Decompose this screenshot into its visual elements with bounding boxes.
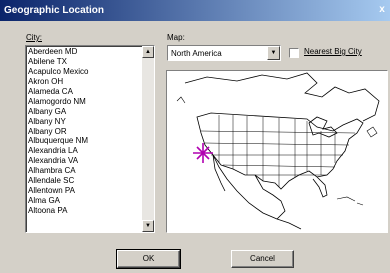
list-item[interactable]: Akron OH	[27, 77, 143, 87]
title-bar[interactable]: Geographic Location	[0, 0, 390, 21]
cancel-button[interactable]: Cancel	[231, 250, 294, 268]
arrow-up-icon: ▲	[145, 49, 151, 55]
location-marker-icon	[193, 143, 213, 163]
mexico-outline	[212, 154, 286, 220]
list-item[interactable]: Albany NY	[27, 117, 143, 127]
scroll-down-button[interactable]: ▼	[142, 220, 154, 232]
map-select-value: North America	[171, 49, 222, 58]
florida	[312, 176, 328, 198]
islands	[176, 96, 378, 206]
state-lines	[200, 115, 356, 187]
map-label: Map:	[167, 33, 185, 42]
nearest-big-city-checkbox[interactable]	[289, 48, 299, 58]
usa-outline	[196, 112, 364, 190]
list-item[interactable]: Allentown PA	[27, 186, 143, 196]
list-item[interactable]: Alamogordo NM	[27, 97, 143, 107]
list-item[interactable]: Alameda CA	[27, 87, 143, 97]
city-list-items: Aberdeen MD Abilene TX Acapulco Mexico Akro…	[27, 47, 143, 216]
close-button[interactable]: x	[376, 3, 388, 17]
canada-outline	[184, 72, 380, 122]
list-item[interactable]: Allendale SC	[27, 176, 143, 186]
arrow-down-icon: ▼	[145, 223, 151, 229]
list-item[interactable]: Abilene TX	[27, 57, 143, 67]
list-item[interactable]: Albuquerque NM	[27, 136, 143, 146]
chevron-down-icon: ▼	[270, 50, 277, 56]
map-select[interactable]: North America ▼	[167, 45, 281, 61]
map-view[interactable]	[166, 70, 388, 233]
geographic-location-dialog: Geographic Location x City: Aberdeen MD A…	[0, 0, 390, 273]
great-lakes	[308, 116, 338, 138]
list-item[interactable]: Altoona PA	[27, 206, 143, 216]
north-america-map[interactable]	[167, 71, 387, 232]
list-item[interactable]: Alhambra CA	[27, 166, 143, 176]
city-scrollbar[interactable]: ▲ ▼	[142, 46, 154, 232]
list-item[interactable]: Alexandria VA	[27, 156, 143, 166]
nearest-big-city-label[interactable]: Nearest Big City	[304, 47, 362, 56]
list-item[interactable]: Aberdeen MD	[27, 47, 143, 57]
list-item[interactable]: Albany GA	[27, 107, 143, 117]
ok-button[interactable]: OK	[116, 249, 181, 269]
city-label: City:	[26, 33, 42, 42]
central-america	[276, 218, 302, 230]
dialog-title: Geographic Location	[4, 5, 105, 16]
list-item[interactable]: Acapulco Mexico	[27, 67, 143, 77]
city-listbox[interactable]: Aberdeen MD Abilene TX Acapulco Mexico Akro…	[25, 45, 155, 233]
scroll-up-button[interactable]: ▲	[142, 46, 154, 58]
map-select-dropdown-button[interactable]: ▼	[267, 46, 280, 60]
list-item[interactable]: Albany OR	[27, 127, 143, 137]
list-item[interactable]: Alexandria LA	[27, 146, 143, 156]
list-item[interactable]: Alma GA	[27, 196, 143, 206]
